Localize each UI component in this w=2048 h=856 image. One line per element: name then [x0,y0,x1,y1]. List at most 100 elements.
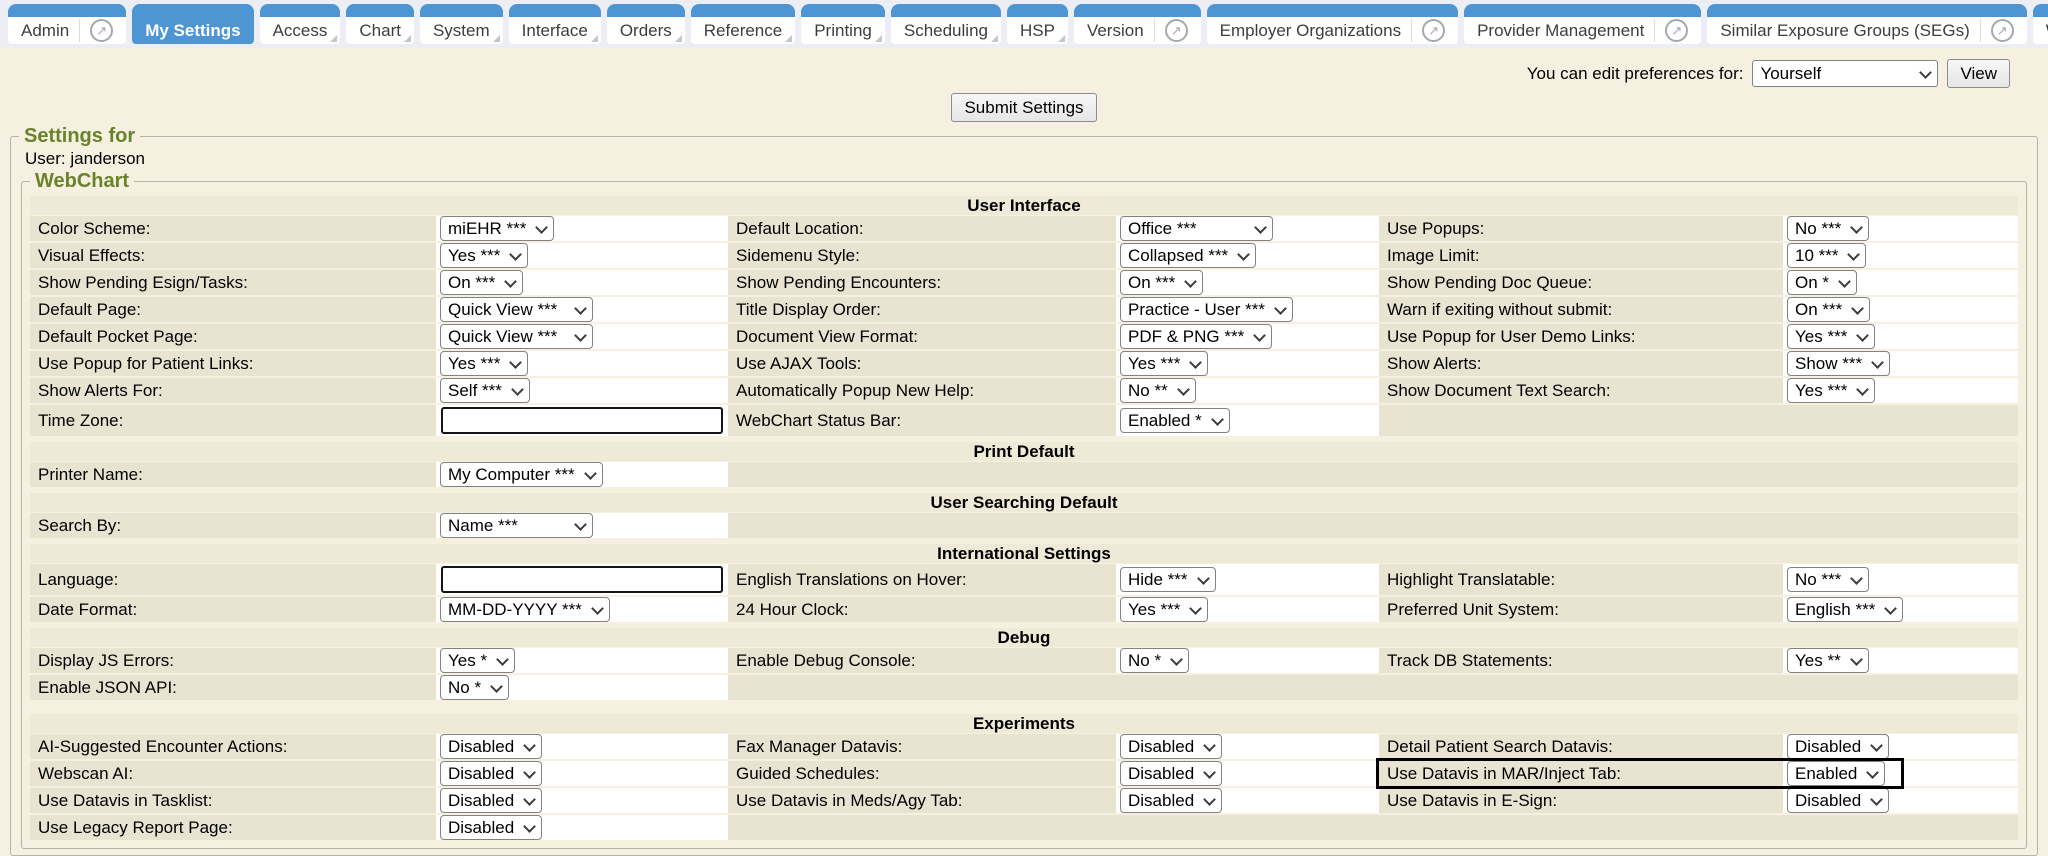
view-button[interactable]: View [1947,59,2010,88]
tab-printing[interactable]: Printing [801,4,885,44]
default-page-select[interactable]: Quick View *** [440,297,593,322]
tab-accent-bar [132,4,253,17]
use-datavis-in-meds-agy-tab-select[interactable]: Disabled [1120,788,1222,813]
use-datavis-in-tasklist-select[interactable]: Disabled [440,788,542,813]
open-external-icon[interactable]: ↗ [1991,19,2014,42]
title-display-order-select[interactable]: Practice - User *** [1120,297,1293,322]
tab-reference[interactable]: Reference [691,4,795,44]
document-view-format-select[interactable]: PDF & PNG *** [1120,324,1272,349]
tab-access[interactable]: Access [260,4,341,44]
printer-name-select[interactable]: My Computer *** [440,462,603,487]
default-pocket-page-select[interactable]: Quick View *** [440,324,593,349]
tab-system[interactable]: System [420,4,503,44]
tab-my-settings[interactable]: My Settings [132,4,253,44]
show-alerts-for-select[interactable]: Self *** [440,378,530,403]
field-value-cell: No * [436,675,728,700]
time-zone-input[interactable] [441,407,723,434]
show-pending-encounters-select[interactable]: On *** [1120,270,1203,295]
field-value-cell [436,564,728,595]
webscan-ai-select[interactable]: Disabled [440,761,542,786]
select-value: On *** [1795,300,1842,320]
select-value: Yes *** [1795,327,1847,347]
open-external-icon[interactable]: ↗ [1422,19,1445,42]
preferences-for-select[interactable]: Yourself [1752,60,1938,87]
show-alerts-select[interactable]: Show *** [1787,351,1890,376]
tab-accent-bar [420,4,503,17]
use-popups-select[interactable]: No *** [1787,216,1869,241]
tab-interface[interactable]: Interface [509,4,601,44]
preferred-unit-system-select[interactable]: English *** [1787,597,1903,622]
enable-json-api-select[interactable]: No * [440,675,509,700]
webchart-status-bar-select[interactable]: Enabled * [1120,408,1230,433]
tab-submenu-corner-icon [1058,35,1065,42]
field-label-webscan-ai: Webscan AI: [30,761,436,786]
field-label-sidemenu-style: Sidemenu Style: [728,243,1116,268]
warn-if-exiting-without-submit-select[interactable]: On *** [1787,297,1870,322]
tab-work-locations[interactable]: Work Locations↗ [2033,4,2048,44]
fax-manager-datavis-select[interactable]: Disabled [1120,734,1222,759]
display-js-errors-select[interactable]: Yes * [440,648,515,673]
use-popup-for-patient-links-select[interactable]: Yes *** [440,351,528,376]
tab-admin[interactable]: Admin↗ [8,4,126,44]
track-db-statements-select[interactable]: Yes ** [1787,648,1869,673]
tab-label: Scheduling [904,21,988,41]
24-hour-clock-select[interactable]: Yes *** [1120,597,1208,622]
tab-submenu-corner-icon [991,35,998,42]
field-label-show-pending-doc-queue: Show Pending Doc Queue: [1379,270,1783,295]
default-location-select[interactable]: Office *** [1120,216,1273,241]
tab-similar-exposure-groups-segs[interactable]: Similar Exposure Groups (SEGs)↗ [1707,4,2026,44]
tab-orders[interactable]: Orders [607,4,685,44]
select-value: Practice - User *** [1128,300,1265,320]
ai-suggested-encounter-actions-select[interactable]: Disabled [440,734,542,759]
field-value-cell: Hide *** [1116,564,1379,595]
use-datavis-in-mar-inject-tab-select[interactable]: Enabled [1787,761,1885,786]
use-ajax-tools-select[interactable]: Yes *** [1120,351,1208,376]
english-translations-on-hover-select[interactable]: Hide *** [1120,567,1216,592]
tab-chart[interactable]: Chart [346,4,414,44]
use-legacy-report-page-select[interactable]: Disabled [440,815,542,840]
field-value-cell: English *** [1783,597,2018,622]
chevron-down-icon [1848,248,1861,261]
open-external-icon[interactable]: ↗ [1665,19,1688,42]
chevron-down-icon [574,302,587,315]
date-format-select[interactable]: MM-DD-YYYY *** [440,597,610,622]
select-value: No *** [1795,570,1841,590]
language-input[interactable] [441,566,723,593]
chevron-down-icon [1189,356,1202,369]
open-external-icon[interactable]: ↗ [90,19,113,42]
top-tab-bar: Admin↗My SettingsAccessChartSystemInterf… [0,0,2048,48]
field-value-cell: On *** [1783,297,2018,322]
tab-provider-management[interactable]: Provider Management↗ [1464,4,1701,44]
chevron-down-icon [1867,766,1880,779]
open-external-icon[interactable]: ↗ [1165,19,1188,42]
show-pending-esign-tasks-select[interactable]: On *** [440,270,523,295]
webchart-legend: WebChart [30,170,134,193]
field-label-search-by: Search By: [30,513,436,538]
field-value-cell: Self *** [436,378,728,403]
empty-cell [728,513,1379,538]
select-value: Yes *** [1795,381,1847,401]
search-by-select[interactable]: Name *** [440,513,593,538]
field-label-document-view-format: Document View Format: [728,324,1116,349]
field-label-preferred-unit-system: Preferred Unit System: [1379,597,1783,622]
highlight-translatable-select[interactable]: No *** [1787,567,1869,592]
tab-version[interactable]: Version↗ [1074,4,1201,44]
use-datavis-in-e-sign-select[interactable]: Disabled [1787,788,1889,813]
enable-debug-console-select[interactable]: No * [1120,648,1189,673]
show-document-text-search-select[interactable]: Yes *** [1787,378,1875,403]
show-pending-doc-queue-select[interactable]: On * [1787,270,1857,295]
use-popup-for-user-demo-links-select[interactable]: Yes *** [1787,324,1875,349]
detail-patient-search-datavis-select[interactable]: Disabled [1787,734,1889,759]
visual-effects-select[interactable]: Yes *** [440,243,528,268]
tab-hsp[interactable]: HSP [1007,4,1068,44]
sidemenu-style-select[interactable]: Collapsed *** [1120,243,1256,268]
submit-settings-button[interactable]: Submit Settings [951,93,1096,122]
field-value-cell: MM-DD-YYYY *** [436,597,728,622]
tab-employer-organizations[interactable]: Employer Organizations↗ [1207,4,1458,44]
image-limit-select[interactable]: 10 *** [1787,243,1866,268]
guided-schedules-select[interactable]: Disabled [1120,761,1222,786]
tab-scheduling[interactable]: Scheduling [891,4,1001,44]
color-scheme-select[interactable]: miEHR *** [440,216,554,241]
chevron-down-icon [1870,793,1883,806]
automatically-popup-new-help-select[interactable]: No ** [1120,378,1196,403]
